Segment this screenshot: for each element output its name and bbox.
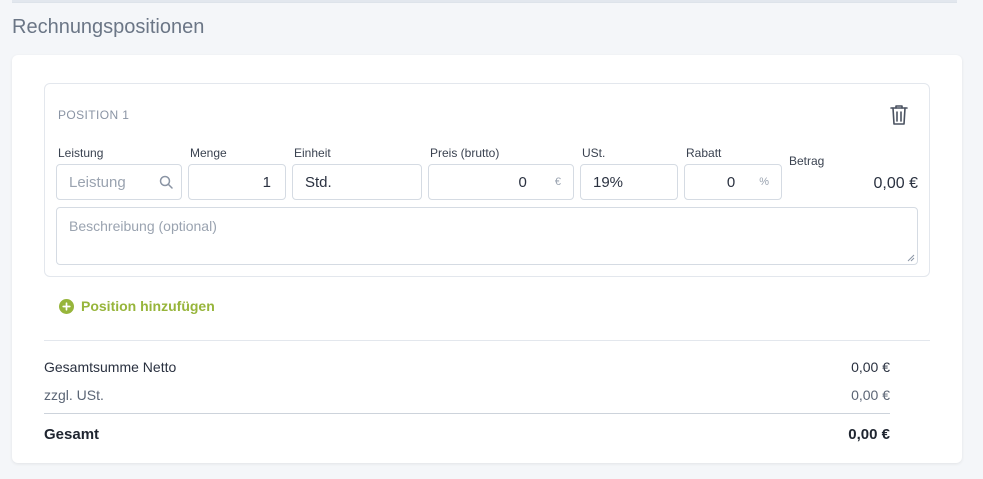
sum-divider — [44, 413, 890, 414]
preis-value: 0 — [518, 173, 527, 191]
rabatt-input[interactable]: 0 % — [684, 164, 782, 200]
delete-position-button[interactable] — [888, 103, 910, 127]
menge-input[interactable]: 1 — [188, 164, 286, 200]
ust-label: USt. — [582, 146, 606, 160]
betrag-value: 0,00 € — [873, 175, 918, 192]
add-position-button[interactable]: Position hinzufügen — [59, 298, 215, 314]
euro-suffix: € — [554, 176, 561, 188]
position-heading: POSITION 1 — [58, 108, 130, 122]
search-icon — [159, 175, 173, 189]
netto-label: Gesamtsumme Netto — [44, 359, 177, 375]
preis-label: Preis (brutto) — [430, 146, 500, 160]
add-position-label: Position hinzufügen — [81, 298, 215, 314]
leistung-search-input[interactable]: Leistung — [56, 164, 182, 200]
netto-value: 0,00 € — [851, 359, 890, 375]
section-title: Rechnungspositionen — [12, 16, 205, 38]
gesamt-label: Gesamt — [44, 426, 100, 443]
einheit-value: Std. — [305, 173, 332, 191]
plus-circle-icon — [59, 298, 74, 314]
netto-row: Gesamtsumme Netto 0,00 € — [44, 359, 890, 375]
ust-total-value: 0,00 € — [851, 387, 890, 403]
rabatt-value: 0 — [726, 173, 736, 191]
resize-grip-icon[interactable] — [907, 254, 915, 262]
betrag-label: Betrag — [789, 154, 825, 168]
top-divider — [12, 0, 957, 3]
ust-row: zzgl. USt. 0,00 € — [44, 387, 890, 403]
menge-value: 1 — [262, 173, 271, 191]
description-placeholder: Beschreibung (optional) — [69, 218, 217, 234]
ust-value: 19% — [593, 173, 624, 191]
percent-suffix: % — [759, 176, 769, 188]
gesamt-row: Gesamt 0,00 € — [44, 426, 890, 443]
einheit-input[interactable]: Std. — [292, 164, 422, 200]
leistung-placeholder: Leistung — [69, 173, 126, 191]
ust-total-label: zzgl. USt. — [44, 387, 104, 403]
totals-divider — [44, 340, 930, 341]
leistung-label: Leistung — [58, 146, 104, 160]
position-item: POSITION 1 Leistung Menge Einheit Preis … — [44, 83, 930, 277]
description-textarea[interactable]: Beschreibung (optional) — [56, 207, 918, 265]
ust-select[interactable]: 19% — [580, 164, 678, 200]
rabatt-label: Rabatt — [686, 146, 722, 160]
trash-icon — [890, 105, 908, 125]
gesamt-value: 0,00 € — [848, 426, 890, 443]
invoice-items-card: POSITION 1 Leistung Menge Einheit Preis … — [12, 55, 962, 463]
einheit-label: Einheit — [294, 146, 331, 160]
menge-label: Menge — [190, 146, 227, 160]
preis-input[interactable]: 0 € — [428, 164, 574, 200]
